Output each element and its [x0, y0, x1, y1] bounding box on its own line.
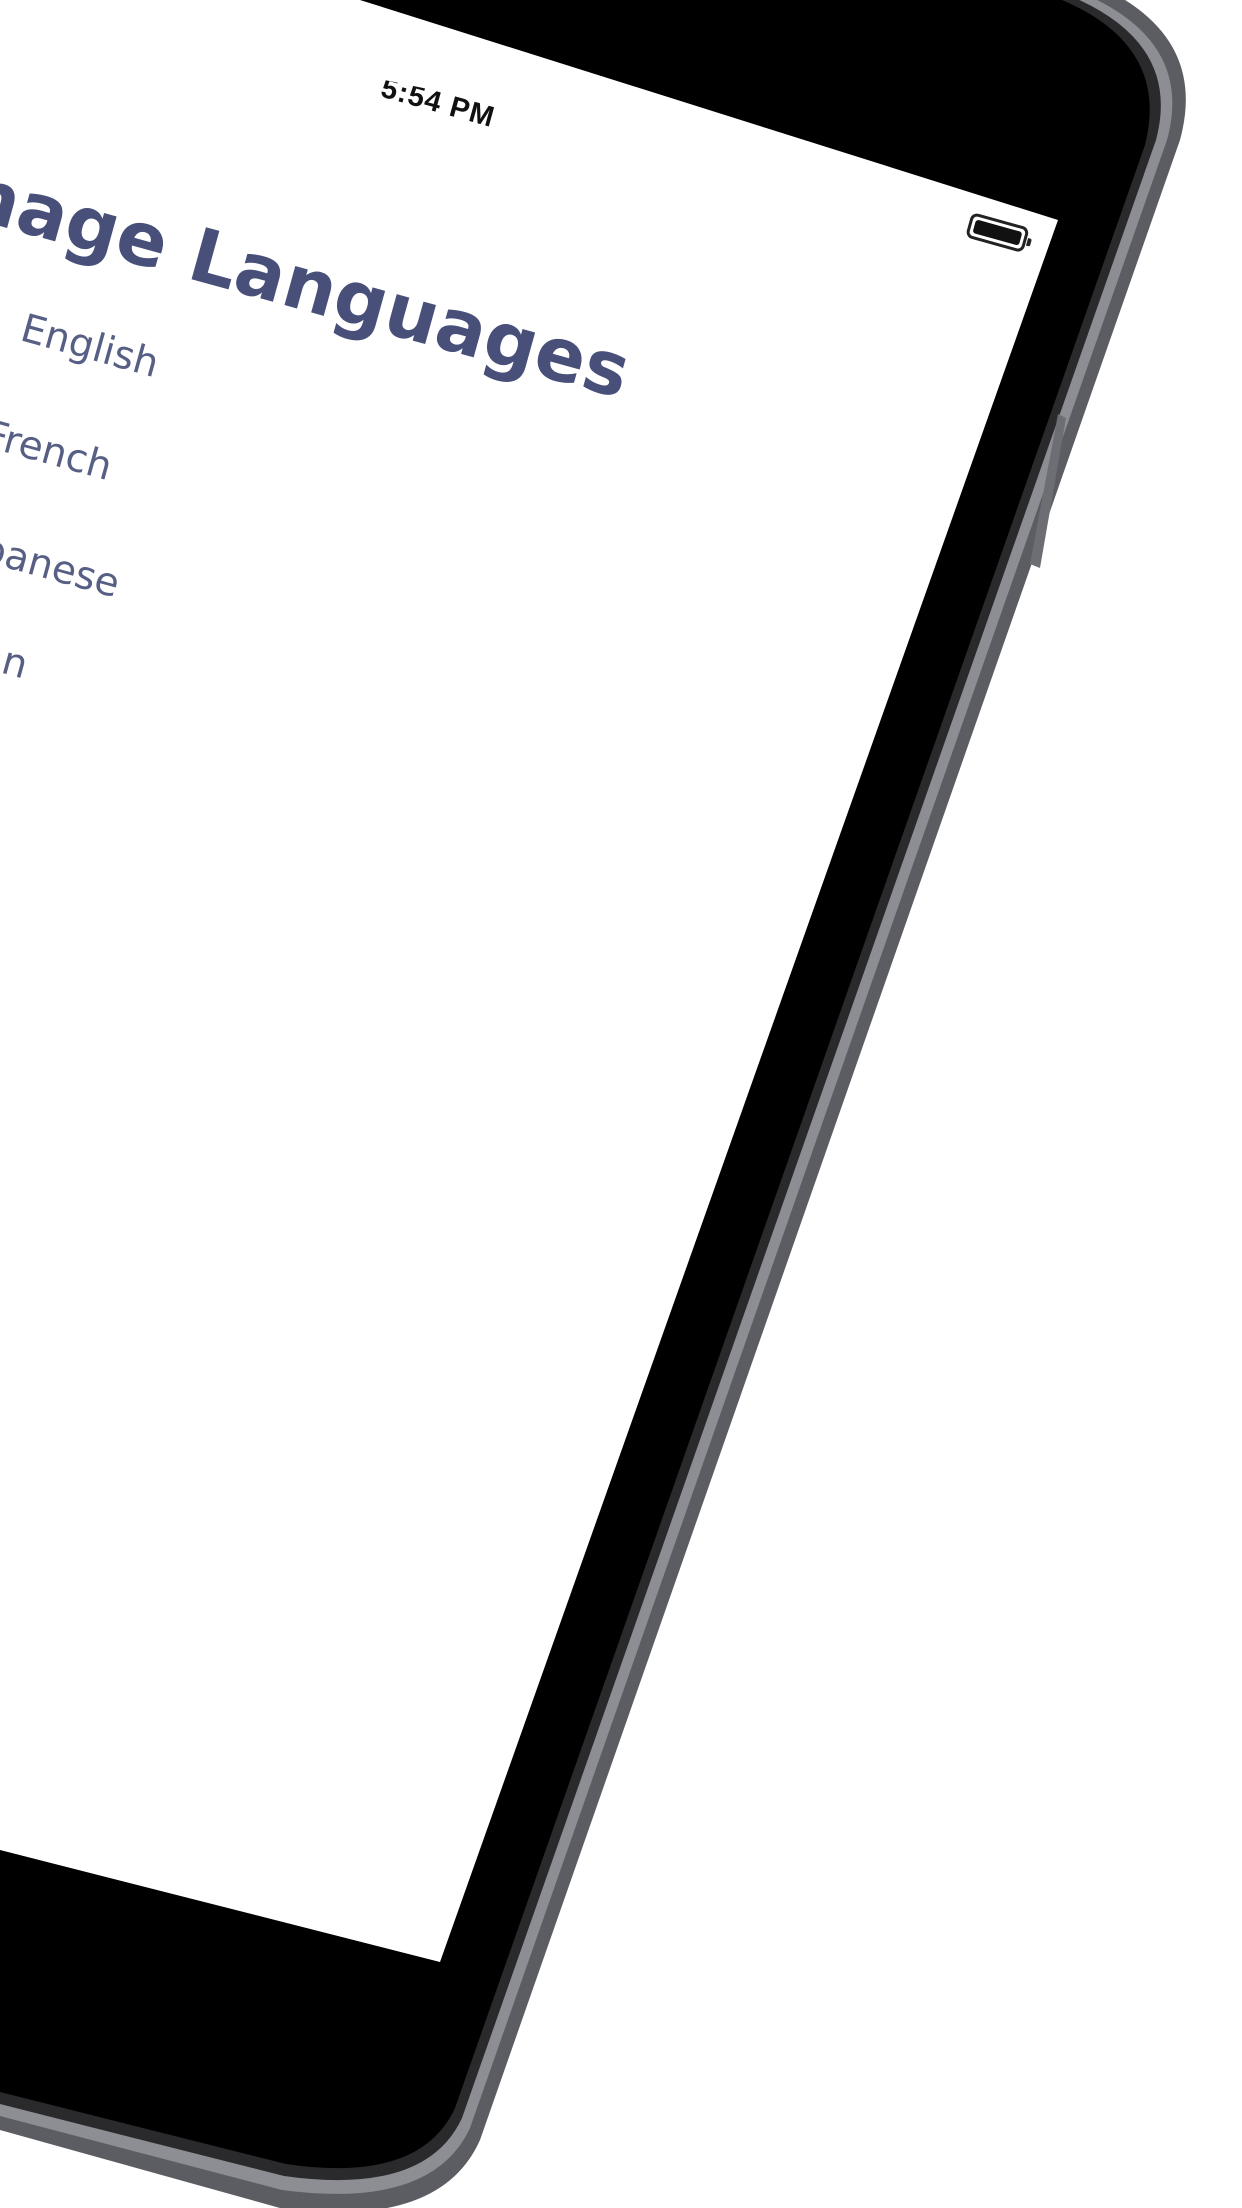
language-item-french[interactable]: French	[0, 412, 117, 490]
battery-level-fill	[972, 219, 1023, 246]
language-item-5[interactable]: e	[0, 744, 5, 794]
mockup-stage: 5:54 PM nage Languages English French pa…	[0, 0, 1242, 2208]
language-item-english[interactable]: English	[16, 306, 164, 387]
battery-full-icon	[965, 212, 1032, 254]
battery-nub	[1025, 237, 1032, 247]
page-title: nage Languages	[0, 150, 640, 416]
language-item-4[interactable]: an	[0, 632, 33, 688]
language-item-japanese[interactable]: panese	[0, 526, 125, 607]
